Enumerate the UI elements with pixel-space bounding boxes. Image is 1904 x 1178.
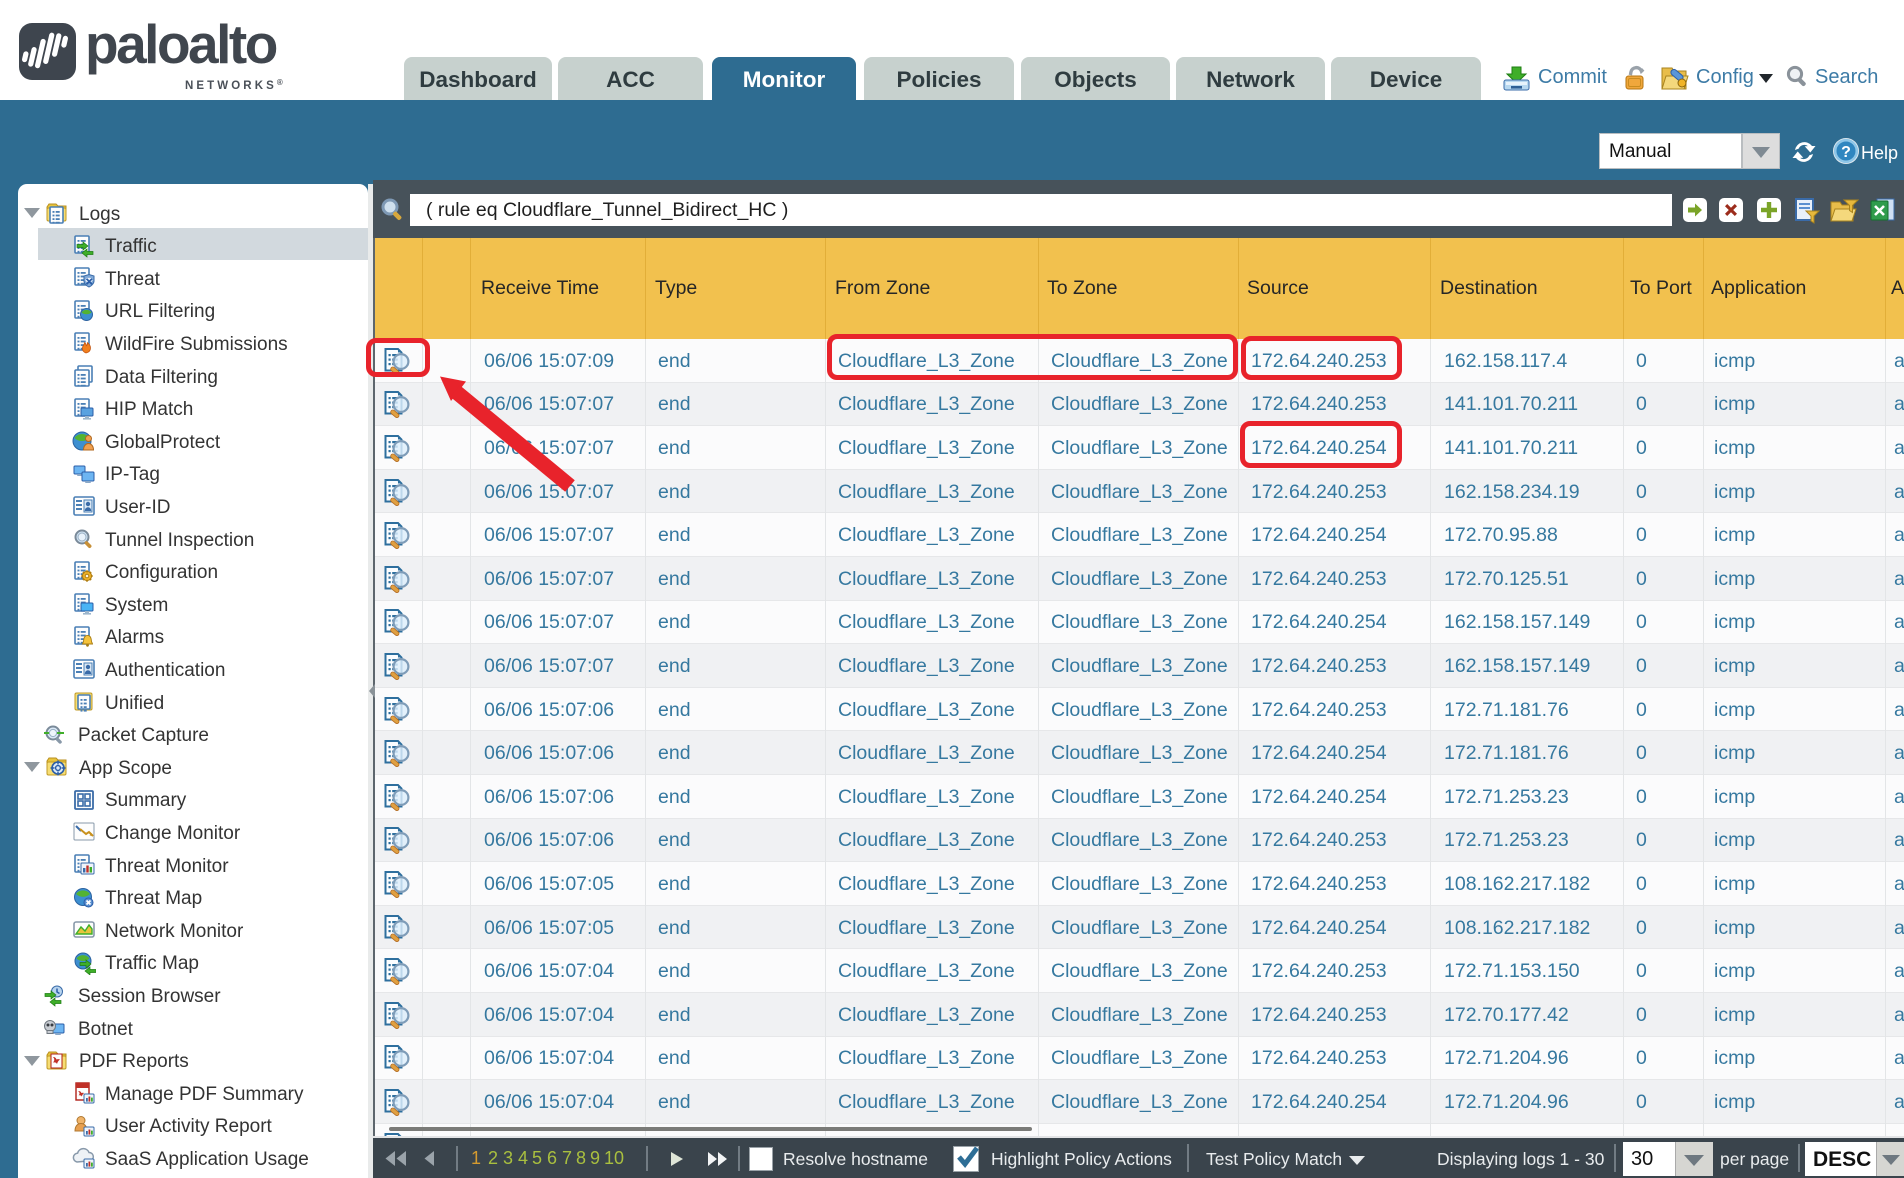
svg-text:?: ? (1841, 144, 1851, 161)
